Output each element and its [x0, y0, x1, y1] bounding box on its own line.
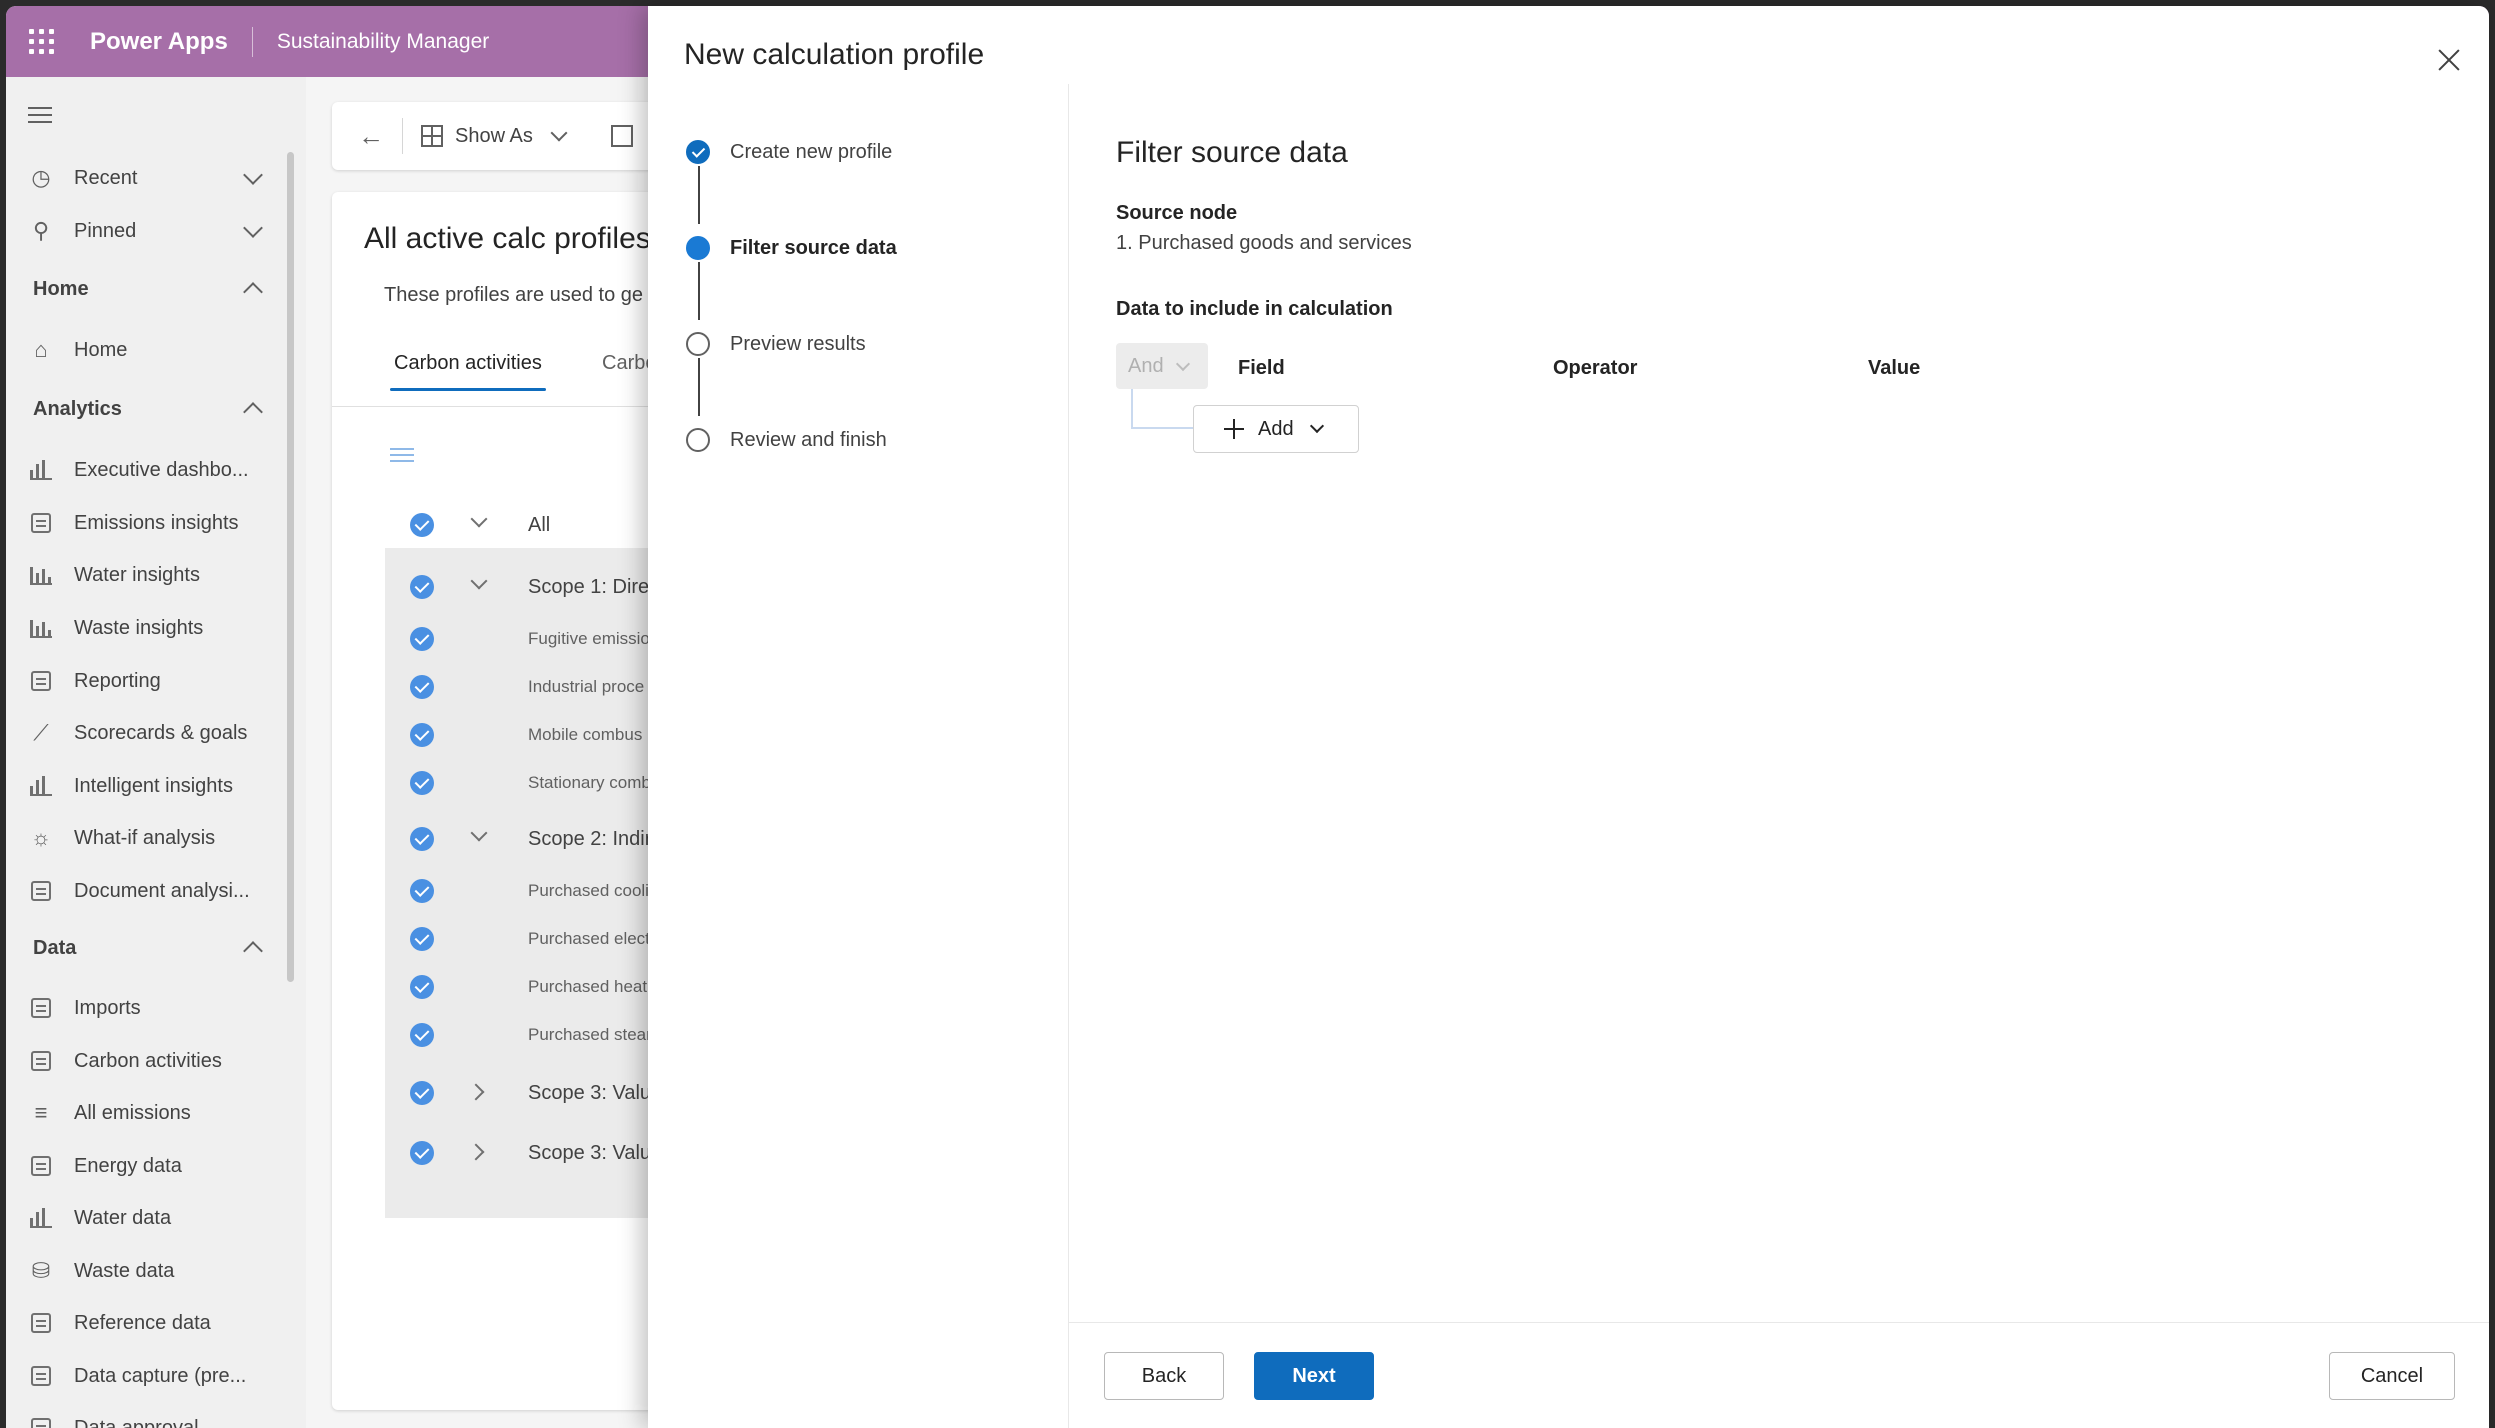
chevron-down-icon	[1175, 356, 1190, 371]
step-preview-results[interactable]: Preview results	[686, 329, 866, 359]
and-operator-dropdown: And	[1116, 343, 1208, 389]
step-review-and-finish[interactable]: Review and finish	[686, 425, 887, 455]
step-connector	[698, 358, 700, 416]
data-include-label: Data to include in calculation	[1116, 298, 1393, 320]
cancel-button[interactable]: Cancel	[2329, 1352, 2455, 1400]
step-label: Preview results	[730, 332, 866, 355]
step-current-icon	[686, 236, 710, 260]
footer-divider	[1069, 1322, 2489, 1323]
column-header-field: Field	[1238, 357, 1285, 379]
step-complete-icon	[686, 140, 710, 164]
step-label: Review and finish	[730, 428, 887, 451]
plus-icon	[1224, 419, 1244, 439]
step-label: Filter source data	[730, 236, 897, 259]
add-condition-button[interactable]: Add	[1193, 405, 1359, 453]
step-create-new-profile[interactable]: Create new profile	[686, 137, 892, 167]
source-node-label: Source node	[1116, 202, 1238, 224]
back-button[interactable]: Back	[1104, 1352, 1224, 1400]
and-label: And	[1128, 354, 1164, 377]
step-pending-icon	[686, 428, 710, 452]
step-connector	[698, 166, 700, 224]
column-header-operator: Operator	[1553, 357, 1638, 379]
condition-connector	[1131, 389, 1193, 429]
step-filter-source-data[interactable]: Filter source data	[686, 233, 897, 263]
close-icon[interactable]	[2435, 46, 2463, 74]
step-label: Create new profile	[730, 140, 893, 163]
content-title: Filter source data	[1116, 136, 1348, 169]
new-calculation-profile-panel: New calculation profile Create new profi…	[648, 6, 2489, 1428]
step-pending-icon	[686, 332, 710, 356]
column-header-value: Value	[1868, 357, 1921, 379]
step-connector	[698, 262, 700, 320]
source-node-value: 1. Purchased goods and services	[1116, 232, 1412, 254]
steps-divider	[1068, 84, 1069, 1428]
add-label: Add	[1258, 417, 1294, 440]
chevron-down-icon	[1309, 418, 1324, 434]
panel-title: New calculation profile	[684, 38, 985, 71]
next-button[interactable]: Next	[1254, 1352, 1374, 1400]
